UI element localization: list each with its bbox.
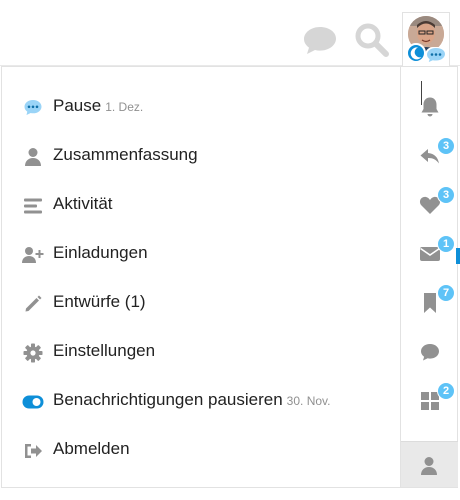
sidebar-replies[interactable]: 3 xyxy=(415,137,455,173)
menu-item-label: Pause xyxy=(53,96,102,115)
sidebar-bookmarks[interactable]: 7 xyxy=(415,284,455,320)
like-count-badge: 3 xyxy=(437,186,455,204)
menu-item-label: Einstellungen xyxy=(53,341,156,360)
menu-item-label: Aktivität xyxy=(53,194,113,213)
ellipsis-chat-icon xyxy=(425,47,447,63)
sign-out-icon xyxy=(22,441,44,461)
pencil-icon xyxy=(22,294,44,314)
user-plus-icon xyxy=(22,245,44,265)
sidebar-review[interactable]: 2 xyxy=(415,382,455,418)
bell-icon xyxy=(420,96,440,123)
menu-item-label: Entwürfe (1) xyxy=(53,292,146,311)
review-count-badge: 2 xyxy=(437,382,455,400)
pause-date: 1. Dez. xyxy=(105,100,144,114)
sidebar-notifications[interactable] xyxy=(415,94,445,124)
quick-access-sidebar: 3 3 1 7 2 xyxy=(401,66,458,488)
reply-count-badge: 3 xyxy=(437,137,455,155)
message-count-badge: 1 xyxy=(437,235,455,253)
menu-item-activity[interactable]: Aktivität xyxy=(2,186,400,226)
site-header xyxy=(0,0,460,66)
moon-icon xyxy=(406,43,426,63)
bookmark-icon xyxy=(422,292,438,319)
stream-icon xyxy=(22,196,44,216)
menu-item-invites[interactable]: Einladungen xyxy=(2,235,400,275)
chat-icon[interactable] xyxy=(300,20,340,60)
menu-item-pause[interactable]: Pause 1. Dez. xyxy=(2,88,400,128)
sidebar-messages[interactable]: 1 xyxy=(415,235,455,271)
menu-item-label: Zusammenfassung xyxy=(53,145,198,164)
user-icon xyxy=(22,147,44,167)
chat-bubble-icon xyxy=(419,342,441,367)
search-icon[interactable] xyxy=(352,20,392,60)
pause-notifications-date: 30. Nov. xyxy=(286,394,331,408)
sidebar-profile-tab[interactable] xyxy=(401,441,458,487)
bookmark-count-badge: 7 xyxy=(437,284,455,302)
sidebar-likes[interactable]: 3 xyxy=(415,186,455,222)
user-menu-panel: Pause1. Dez. Zusammenfassung Aktivität xyxy=(1,66,401,488)
scrollbar-indicator xyxy=(456,248,460,264)
menu-item-label: Benachrichtigungen pausieren xyxy=(53,390,283,409)
menu-item-label: Einladungen xyxy=(53,243,148,262)
sidebar-chat[interactable] xyxy=(415,339,445,369)
user-avatar-button[interactable] xyxy=(402,12,450,66)
ellipsis-chat-icon xyxy=(22,98,44,118)
menu-item-drafts[interactable]: Entwürfe (1) xyxy=(2,284,400,324)
gear-icon xyxy=(22,343,44,363)
menu-item-settings[interactable]: Einstellungen xyxy=(2,333,400,373)
menu-item-logout[interactable]: Abmelden xyxy=(2,431,400,471)
menu-item-label: Abmelden xyxy=(53,439,130,458)
toggle-on-icon[interactable] xyxy=(22,392,44,412)
user-icon xyxy=(420,456,438,481)
menu-item-pause-notifications[interactable]: Benachrichtigungen pausieren 30. Nov. xyxy=(2,382,400,422)
menu-item-summary[interactable]: Zusammenfassung xyxy=(2,137,400,177)
